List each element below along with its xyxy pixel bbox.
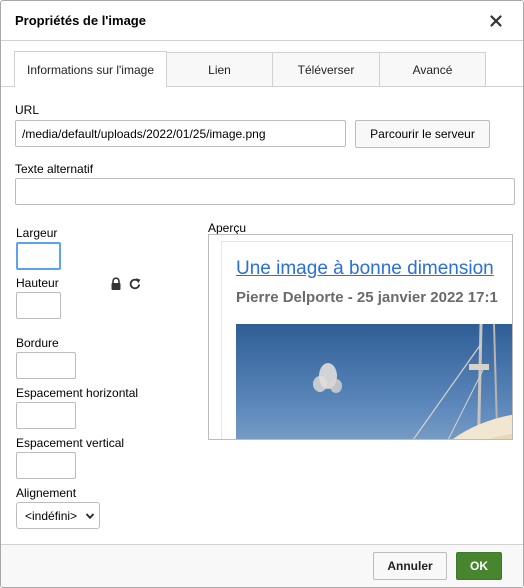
tab-link[interactable]: Lien bbox=[166, 52, 273, 86]
tab-upload[interactable]: Téléverser bbox=[272, 52, 380, 86]
hspace-label: Espacement horizontal bbox=[16, 386, 139, 400]
image-preview: Une image à bonne dimension Pierre Delpo… bbox=[208, 234, 513, 440]
width-input[interactable] bbox=[16, 242, 61, 270]
height-input[interactable] bbox=[16, 292, 61, 319]
alignment-select[interactable]: <indéfini> bbox=[16, 502, 100, 529]
preview-content: Une image à bonne dimension Pierre Delpo… bbox=[221, 241, 512, 439]
dialog-footer: Annuler OK bbox=[1, 544, 523, 587]
url-input[interactable] bbox=[15, 120, 346, 147]
browse-server-label: Parcourir le serveur bbox=[370, 127, 475, 141]
reset-size-icon[interactable] bbox=[128, 277, 142, 291]
preview-article-meta: Pierre Delporte - 25 janvier 2022 17:1 bbox=[236, 289, 498, 306]
tab-bar: Informations sur l'image Lien Téléverser… bbox=[14, 51, 486, 87]
url-label: URL bbox=[15, 103, 40, 117]
image-properties-dialog: Propriétés de l'image Informations sur l… bbox=[0, 0, 524, 588]
preview-label: Aperçu bbox=[208, 221, 247, 235]
border-input[interactable] bbox=[16, 352, 76, 379]
dialog-titlebar: Propriétés de l'image bbox=[1, 1, 523, 41]
height-label: Hauteur bbox=[16, 276, 59, 290]
tab-image-info[interactable]: Informations sur l'image bbox=[14, 51, 167, 87]
dialog-body: Informations sur l'image Lien Téléverser… bbox=[1, 42, 523, 544]
vspace-input[interactable] bbox=[16, 452, 76, 479]
dialog-title: Propriétés de l'image bbox=[15, 13, 146, 28]
alignment-label: Alignement bbox=[16, 486, 77, 500]
alt-text-input[interactable] bbox=[15, 178, 515, 205]
tab-label: Lien bbox=[208, 62, 231, 77]
ok-button[interactable]: OK bbox=[456, 552, 502, 580]
preview-article-title: Une image à bonne dimension bbox=[236, 258, 494, 279]
ok-label: OK bbox=[470, 559, 488, 573]
cancel-label: Annuler bbox=[387, 559, 433, 573]
lock-icon[interactable] bbox=[109, 277, 123, 291]
cancel-button[interactable]: Annuler bbox=[373, 552, 447, 580]
browse-server-button[interactable]: Parcourir le serveur bbox=[355, 120, 490, 148]
tab-advanced[interactable]: Avancé bbox=[379, 52, 486, 86]
border-label: Bordure bbox=[16, 336, 59, 350]
alignment-selected-value: <indéfini> bbox=[25, 508, 78, 523]
tab-label: Informations sur l'image bbox=[26, 62, 154, 77]
tab-label: Avancé bbox=[412, 62, 453, 77]
alt-text-label: Texte alternatif bbox=[15, 162, 94, 176]
preview-photo bbox=[236, 324, 512, 439]
hspace-input[interactable] bbox=[16, 402, 76, 429]
close-icon[interactable] bbox=[487, 12, 505, 30]
tab-label: Téléverser bbox=[297, 62, 355, 77]
width-label: Largeur bbox=[16, 226, 58, 240]
chevron-down-icon bbox=[85, 512, 95, 519]
vspace-label: Espacement vertical bbox=[16, 436, 125, 450]
